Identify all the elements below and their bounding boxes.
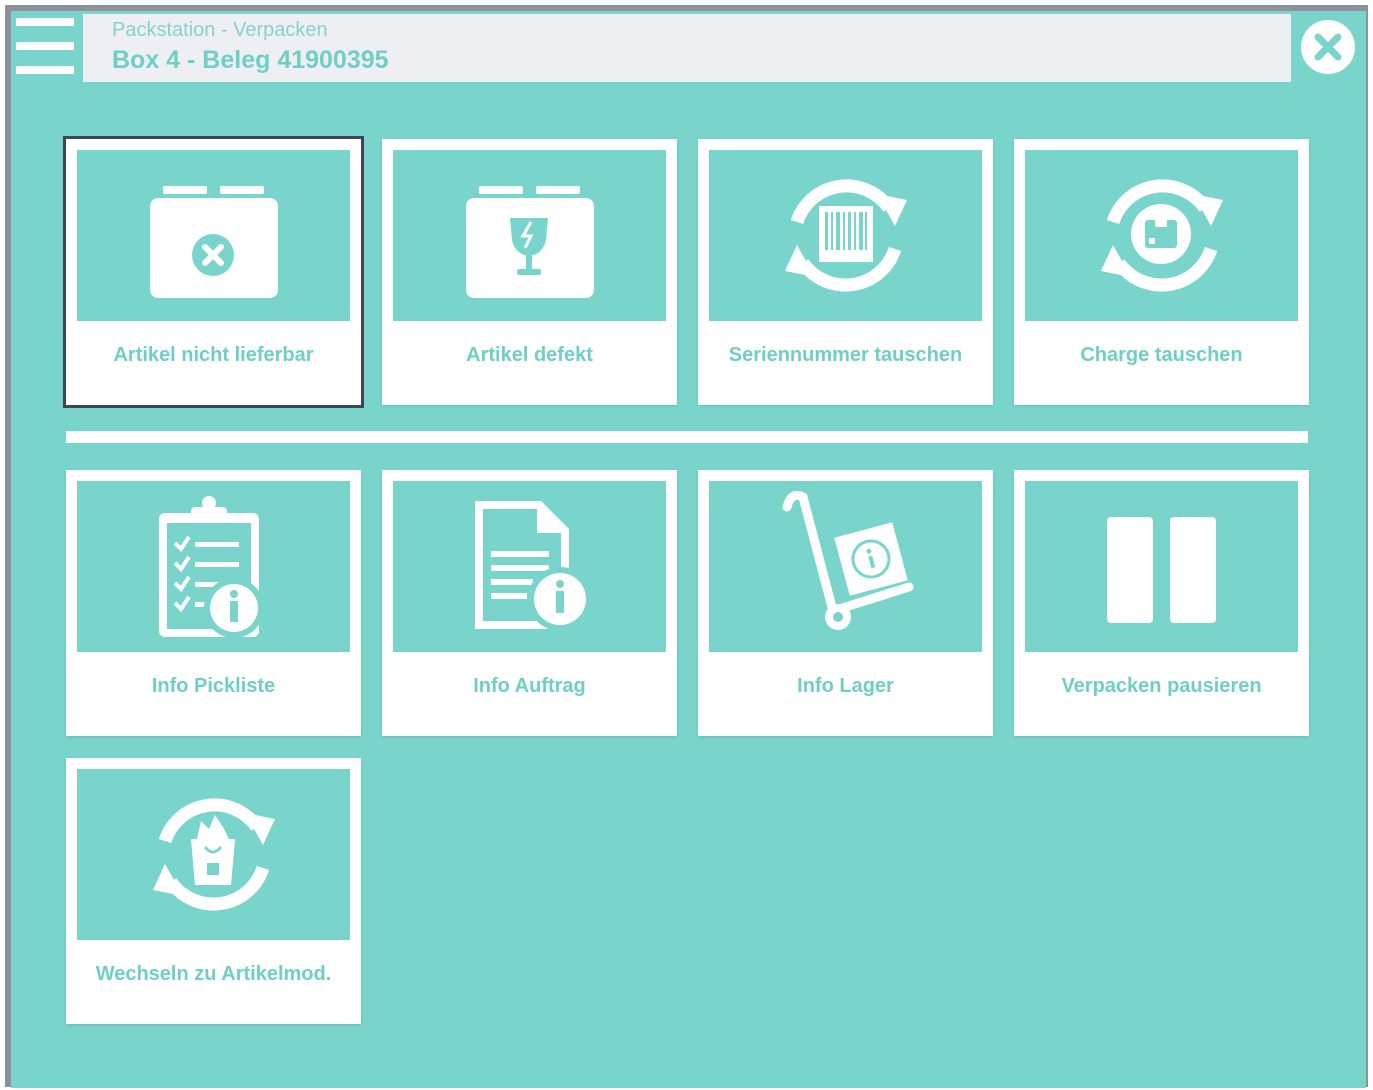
pause-icon [1107, 517, 1216, 623]
document-info-icon [475, 501, 592, 631]
tile-artikel-nicht-lieferbar[interactable]: Artikel nicht lieferbar [63, 136, 364, 408]
tile-label: Artikel nicht lieferbar [113, 344, 314, 366]
tile-label: Wechseln zu Artikelmod. [95, 963, 332, 985]
hamburger-menu-icon[interactable] [16, 18, 74, 74]
row-divider [66, 431, 1308, 443]
page-title: Box 4 - Beleg 41900395 [112, 46, 389, 74]
tile-icon-area [1025, 150, 1298, 321]
barcode-swap-icon [785, 179, 907, 292]
menu-bar [16, 18, 74, 26]
tile-info-pickliste[interactable]: Info Pickliste [66, 470, 361, 736]
clipboard-info-icon [159, 496, 264, 638]
tile-info-lager[interactable]: Info Lager [698, 470, 993, 736]
tile-icon-area [709, 150, 982, 321]
package-swap-icon [1101, 179, 1223, 292]
box-cancel-icon [150, 186, 278, 298]
box-fragile-icon [466, 186, 594, 298]
close-button[interactable] [1301, 20, 1355, 74]
tile-icon-area [393, 481, 666, 652]
tile-artikel-defekt[interactable]: Artikel defekt [382, 139, 677, 405]
tile-charge-tauschen[interactable]: Charge tauschen [1014, 139, 1309, 405]
tile-icon-area [393, 150, 666, 321]
tile-label: Charge tauschen [1080, 344, 1243, 366]
tile-label: Info Pickliste [151, 675, 276, 697]
tile-label: Artikel defekt [466, 344, 593, 366]
tile-icon-area [1025, 481, 1298, 652]
tile-verpacken-pausieren[interactable]: Verpacken pausieren [1014, 470, 1309, 736]
tile-icon-area [77, 481, 350, 652]
tile-wechseln-zu-artikelmod[interactable]: Wechseln zu Artikelmod. [66, 758, 361, 1024]
close-icon [1314, 33, 1342, 61]
handtruck-info-icon [782, 490, 914, 630]
tile-label: Info Auftrag [473, 675, 586, 697]
tile-label: Verpacken pausieren [1061, 675, 1262, 697]
tile-label: Seriennummer tauschen [728, 344, 963, 366]
bag-swap-icon [153, 798, 275, 911]
tile-icon-area [77, 150, 350, 321]
menu-bar [16, 42, 74, 50]
window-subtitle: Packstation - Verpacken [112, 19, 328, 41]
title-bar: Packstation - Verpacken Box 4 - Beleg 41… [83, 14, 1291, 82]
tile-icon-area [709, 481, 982, 652]
tile-seriennummer-tauschen[interactable]: Seriennummer tauschen [698, 139, 993, 405]
tile-icon-area [77, 769, 350, 940]
tile-label: Info Lager [797, 675, 894, 697]
tile-info-auftrag[interactable]: Info Auftrag [382, 470, 677, 736]
menu-bar [16, 66, 74, 74]
